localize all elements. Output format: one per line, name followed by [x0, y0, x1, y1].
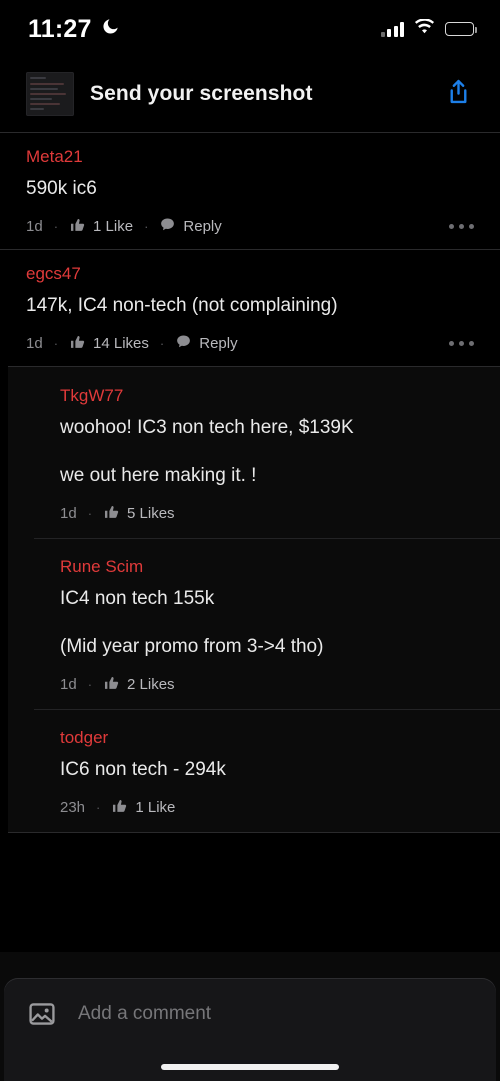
thumbs-up-icon: [69, 333, 86, 354]
like-count-label: 2 Likes: [127, 676, 175, 693]
meta-separator: ·: [159, 336, 165, 351]
meta-separator: ·: [53, 219, 59, 234]
wifi-icon: [414, 17, 435, 40]
comment-username[interactable]: todger: [60, 727, 474, 749]
speech-bubble-icon: [159, 216, 176, 237]
comment-username[interactable]: Meta21: [26, 146, 474, 168]
status-bar-right: [380, 17, 477, 40]
comment-body-line2: we out here making it. !: [60, 465, 257, 486]
like-button[interactable]: 14 Likes: [69, 333, 149, 354]
comment-username[interactable]: Rune Scim: [60, 556, 474, 578]
comment-meta: 1d · 5 Likes: [60, 503, 474, 524]
comment-input[interactable]: Add a comment: [78, 1000, 211, 1028]
comment-item[interactable]: Meta21 590k ic6 1d · 1 Like · Reply: [0, 132, 500, 249]
comment-body: 147k, IC4 non-tech (not complaining): [26, 295, 338, 316]
comment-meta: 1d · 2 Likes: [60, 674, 474, 695]
moon-icon: [101, 17, 120, 41]
like-count-label: 1 Like: [135, 799, 176, 816]
like-button[interactable]: 2 Likes: [103, 674, 175, 695]
comment-username[interactable]: TkgW77: [60, 385, 474, 407]
comment-body: IC6 non tech - 294k: [60, 759, 226, 780]
like-button[interactable]: 1 Like: [69, 216, 133, 237]
comment-body: woohoo! IC3 non tech here, $139K: [60, 417, 354, 438]
comment-meta: 23h · 1 Like: [60, 797, 474, 818]
meta-separator: ·: [87, 677, 93, 692]
reply-item[interactable]: todger IC6 non tech - 294k 23h · 1 Like: [8, 709, 500, 832]
comment-body: IC4 non tech 155k: [60, 588, 215, 609]
reply-label: Reply: [183, 218, 222, 235]
home-indicator: [161, 1064, 339, 1070]
share-button[interactable]: [438, 74, 478, 114]
phone-screen: 11:27 Send your screenshot Meta21 590k i…: [0, 0, 500, 1081]
thumbs-up-icon: [111, 797, 128, 818]
overflow-menu-icon[interactable]: [449, 341, 474, 346]
comment-timestamp: 1d: [26, 335, 43, 352]
battery-icon: [445, 22, 477, 36]
comment-timestamp: 1d: [60, 505, 77, 522]
meta-separator: ·: [96, 800, 101, 815]
comment-timestamp: 23h: [60, 799, 86, 816]
thumbs-up-icon: [103, 674, 120, 695]
thumbs-up-icon: [103, 503, 120, 524]
status-bar-clock: 11:27: [28, 14, 92, 43]
comment-body-line2: (Mid year promo from 3->4 tho): [60, 636, 324, 657]
reply-label: Reply: [199, 335, 238, 352]
comment-timestamp: 1d: [60, 676, 77, 693]
photo-icon[interactable]: [28, 1000, 56, 1033]
reply-button[interactable]: Reply: [159, 216, 222, 237]
comment-timestamp: 1d: [26, 218, 43, 235]
meta-separator: ·: [53, 336, 59, 351]
screenshot-thumbnail[interactable]: [26, 72, 74, 116]
comment-item[interactable]: egcs47 147k, IC4 non-tech (not complaini…: [0, 249, 500, 366]
cellular-signal-icon: [380, 21, 404, 37]
comment-meta: 1d · 1 Like · Reply: [26, 216, 474, 237]
composer-bar: Add a comment: [0, 952, 500, 1081]
reply-item[interactable]: Rune Scim IC4 non tech 155k (Mid year pr…: [8, 538, 500, 709]
comment-username[interactable]: egcs47: [26, 263, 474, 285]
share-icon: [446, 78, 471, 111]
page-title: Send your screenshot: [90, 82, 313, 105]
overflow-menu-icon[interactable]: [449, 224, 474, 229]
like-button[interactable]: 5 Likes: [103, 503, 175, 524]
like-button[interactable]: 1 Like: [111, 797, 175, 818]
meta-separator: ·: [87, 506, 93, 521]
thumbs-up-icon: [69, 216, 86, 237]
reply-item[interactable]: TkgW77 woohoo! IC3 non tech here, $139K …: [8, 367, 500, 538]
reply-thread: TkgW77 woohoo! IC3 non tech here, $139K …: [8, 366, 500, 833]
status-bar: 11:27: [0, 0, 500, 58]
reply-button[interactable]: Reply: [175, 333, 238, 354]
comment-body: 590k ic6: [26, 178, 97, 199]
comment-meta: 1d · 14 Likes · Reply: [26, 333, 474, 354]
post-header: Send your screenshot: [0, 58, 500, 132]
speech-bubble-icon: [175, 333, 192, 354]
like-count-label: 1 Like: [93, 218, 134, 235]
like-count-label: 5 Likes: [127, 505, 175, 522]
status-bar-left: 11:27: [28, 15, 120, 44]
like-count-label: 14 Likes: [93, 335, 149, 352]
meta-separator: ·: [144, 219, 149, 234]
